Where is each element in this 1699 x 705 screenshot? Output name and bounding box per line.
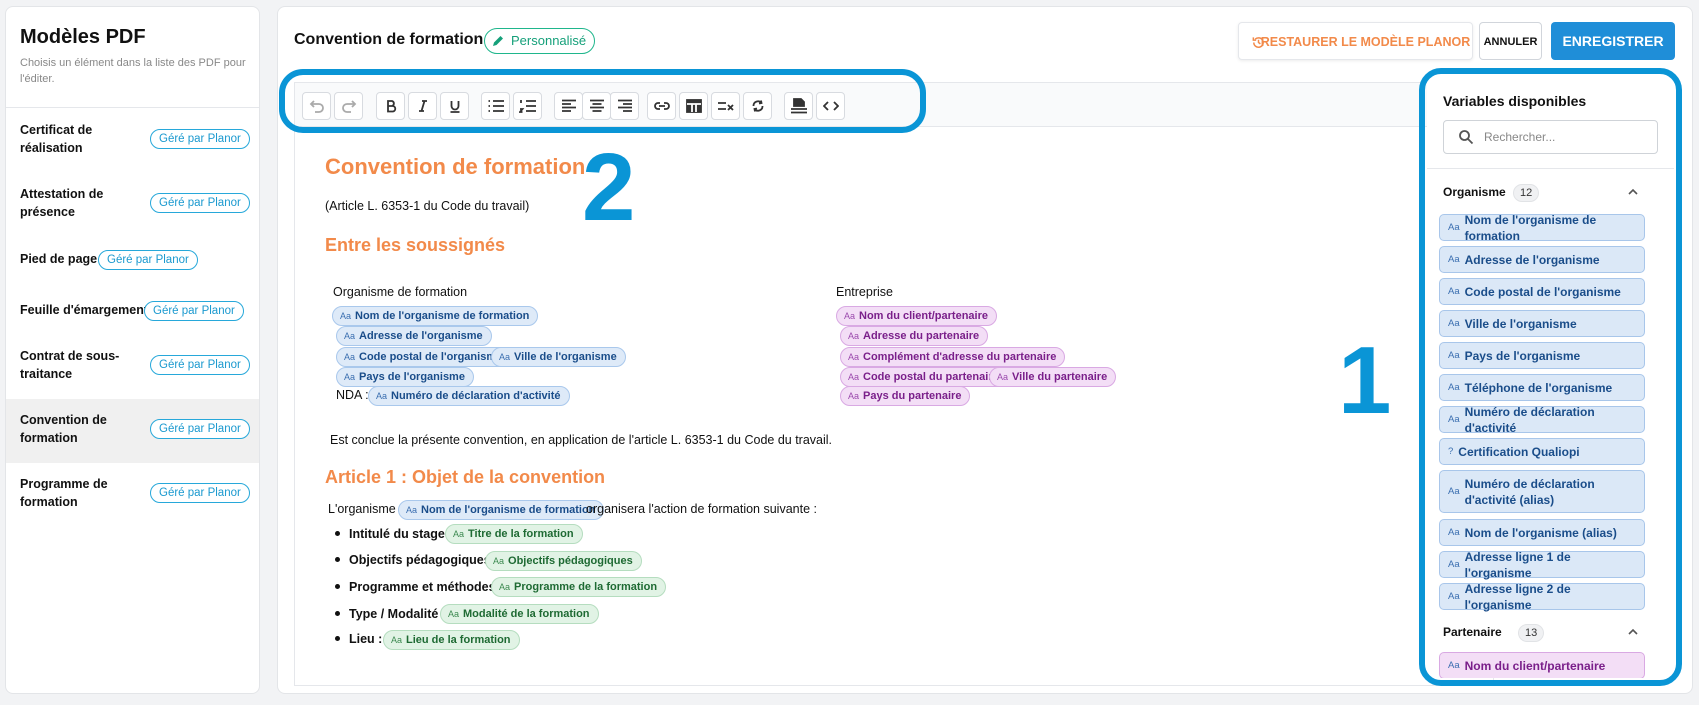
- variable-chip[interactable]: Aa Pays de l'organisme: [336, 367, 474, 387]
- managed-badge: Géré par Planor: [150, 483, 250, 503]
- text-type-icon: Aa: [844, 311, 856, 321]
- bullet-label: Lieu :: [349, 632, 383, 646]
- page-title: Convention de formation: [294, 31, 484, 48]
- variable-chip[interactable]: Aa Nom du client/partenaire: [836, 306, 997, 326]
- text-type-icon: Aa: [997, 372, 1009, 382]
- bullet: [335, 531, 340, 536]
- text-type-icon: Aa: [406, 505, 418, 515]
- variable-chip[interactable]: Aa Nom de l'organisme de formation: [332, 306, 539, 326]
- org-heading: Organisme de formation: [333, 285, 468, 299]
- annotation-number-1: 1: [1338, 327, 1392, 434]
- doc-article-ref: (Article L. 6353-1 du Code du travail): [325, 199, 530, 213]
- section-parties: Entre les soussignés: [325, 235, 506, 255]
- text-type-icon: Aa: [340, 311, 352, 321]
- variable-chip[interactable]: Aa Lieu de la formation: [383, 630, 520, 650]
- variable-chip[interactable]: Aa Code postal du partenaire: [840, 367, 1008, 387]
- managed-badge: Géré par Planor: [150, 129, 250, 149]
- variable-chip[interactable]: Aa Adresse du partenaire: [840, 326, 989, 346]
- variable-chip[interactable]: Aa Objectifs pédagogiques: [485, 551, 642, 571]
- bullet: [335, 584, 340, 589]
- bullet: [335, 557, 340, 562]
- text-type-icon: Aa: [448, 609, 460, 619]
- sidebar-item-label: Certificat de réalisation: [20, 123, 93, 155]
- variable-chip[interactable]: Aa Ville du partenaire: [989, 367, 1117, 387]
- sidebar-item-sous-traitance[interactable]: Contrat de sous-traitance Géré par Plano…: [6, 335, 259, 399]
- variable-chip[interactable]: Aa Code postal de l'organisme: [336, 347, 512, 367]
- text-type-icon: Aa: [848, 391, 860, 401]
- sidebar-title: Modèles PDF: [20, 26, 146, 48]
- managed-badge: Géré par Planor: [150, 419, 250, 439]
- variable-chip[interactable]: Aa Pays du partenaire: [840, 386, 971, 406]
- sidebar-item-label: Programme de formation: [20, 477, 108, 509]
- variable-chip[interactable]: Aa Numéro de déclaration d'activité: [368, 386, 570, 406]
- text-type-icon: Aa: [344, 331, 356, 341]
- pdf-list-sidebar: Modèles PDF Choisis un élément dans la l…: [5, 6, 260, 694]
- doc-conclusion: Est conclue la présente convention, en a…: [330, 433, 833, 447]
- text-type-icon: Aa: [344, 352, 356, 362]
- text-type-icon: Aa: [848, 372, 860, 382]
- managed-badge: Géré par Planor: [150, 355, 250, 375]
- variable-chip[interactable]: Aa Adresse de l'organisme: [336, 326, 492, 346]
- sidebar-item-label: Attestation de présence: [20, 187, 104, 219]
- article1-title: Article 1 : Objet de la convention: [325, 467, 606, 487]
- variable-chip[interactable]: Aa Ville de l'organisme: [491, 347, 626, 367]
- status-badge: Personnalisé: [484, 28, 596, 54]
- text-type-icon: Aa: [391, 635, 403, 645]
- text-type-icon: Aa: [344, 372, 356, 382]
- status-badge-label: Personnalisé: [511, 33, 587, 48]
- managed-badge: Géré par Planor: [144, 301, 244, 321]
- variable-chip[interactable]: Aa Modalité de la formation: [440, 604, 599, 624]
- sidebar-subtitle: Choisis un élément dans la liste des PDF…: [20, 57, 246, 85]
- bullet-label: Type / Modalité :: [349, 607, 446, 621]
- bullet: [335, 636, 340, 641]
- pencil-icon: [493, 36, 503, 46]
- annotation-number-2: 2: [582, 134, 636, 241]
- sidebar-divider: [6, 107, 259, 108]
- article1-intro: L'organisme: [328, 502, 396, 516]
- text-type-icon: Aa: [499, 352, 511, 362]
- sidebar-item-pied-de-page[interactable]: Pied de page Géré par Planor: [6, 237, 259, 287]
- bullet-label: Intitulé du stage :: [349, 527, 453, 541]
- text-type-icon: Aa: [376, 391, 388, 401]
- toolbar-highlight-frame: [279, 69, 926, 133]
- sidebar-item-label: Convention de formation: [20, 413, 107, 445]
- bullet-label: Objectifs pédagogiques :: [349, 553, 499, 567]
- sidebar-item-emargement[interactable]: Feuille d'émargement Géré par Planor: [6, 287, 259, 335]
- bullet-label: Programme et méthodes :: [349, 580, 504, 594]
- text-type-icon: Aa: [493, 556, 505, 566]
- managed-badge: Géré par Planor: [150, 193, 250, 213]
- cancel-button[interactable]: ANNULER: [1479, 22, 1542, 60]
- text-type-icon: Aa: [848, 352, 860, 362]
- text-type-icon: Aa: [499, 582, 511, 592]
- restore-label: RESTAURER LE MODÈLE PLANOR: [1260, 35, 1471, 49]
- nda-label: NDA :: [336, 388, 369, 402]
- variable-chip[interactable]: Aa Complément d'adresse du partenaire: [840, 347, 1066, 367]
- managed-badge: Géré par Planor: [98, 250, 198, 270]
- sidebar-item-programme[interactable]: Programme de formation Géré par Planor: [6, 463, 259, 527]
- restore-template-button[interactable]: RESTAURER LE MODÈLE PLANOR: [1238, 22, 1473, 60]
- sidebar-item-certificat[interactable]: Certificat de réalisation Géré par Plano…: [6, 109, 259, 173]
- sidebar-item-label: Feuille d'émargement: [20, 303, 149, 317]
- text-type-icon: Aa: [848, 331, 860, 341]
- doc-title: Convention de formation: [325, 154, 586, 179]
- variable-chip[interactable]: Aa Nom de l'organisme de formation: [398, 500, 605, 520]
- article1-intro-end: organisera l'action de formation suivant…: [586, 502, 817, 516]
- variable-chip[interactable]: Aa Titre de la formation: [445, 524, 583, 544]
- history-icon: [1252, 37, 1264, 48]
- variables-highlight-frame: [1419, 68, 1682, 686]
- sidebar-item-label: Contrat de sous-traitance: [20, 349, 120, 381]
- sidebar-item-convention[interactable]: Convention de formation Géré par Planor: [6, 399, 259, 463]
- sidebar-item-attestation[interactable]: Attestation de présence Géré par Planor: [6, 173, 259, 237]
- ent-heading: Entreprise: [836, 285, 893, 299]
- variable-chip[interactable]: Aa Programme de la formation: [491, 577, 667, 597]
- bullet: [335, 611, 340, 616]
- save-button[interactable]: ENREGISTRER: [1551, 22, 1675, 60]
- rich-text-editor[interactable]: Convention de formation (Article L. 6353…: [294, 82, 1494, 686]
- text-type-icon: Aa: [453, 529, 465, 539]
